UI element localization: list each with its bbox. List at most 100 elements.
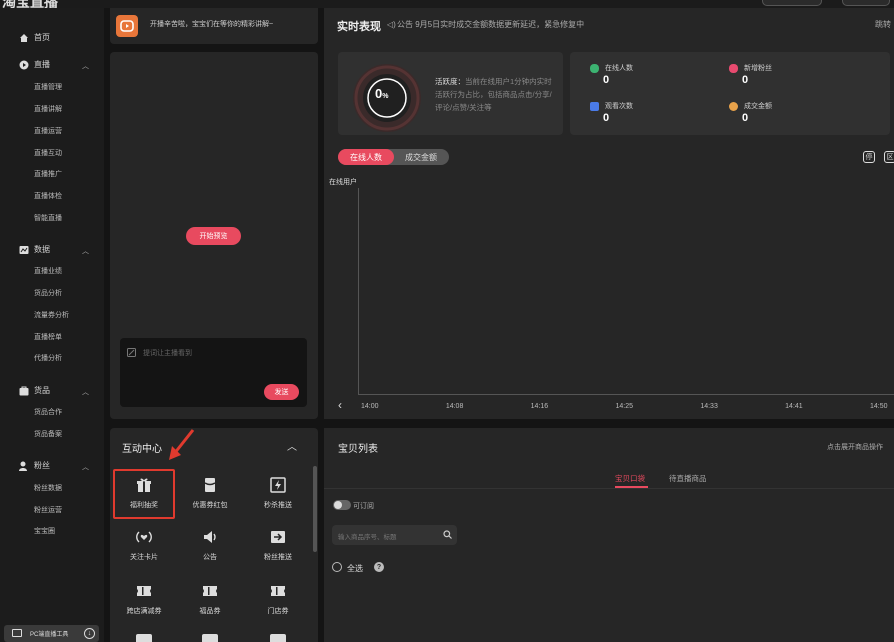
sidebar-item[interactable]: 智能直播: [34, 213, 62, 223]
tool-flash-sale[interactable]: 秒杀推送: [246, 470, 310, 518]
flash-icon: [269, 476, 287, 494]
product-list-hint[interactable]: 点击展开商品操作: [827, 442, 883, 452]
stat-views: 观看次数: [590, 101, 633, 111]
chart-x-tick: 14:25: [615, 403, 634, 410]
pause-icon[interactable]: 停: [863, 151, 875, 163]
tool-benefit-coupon[interactable]: 福品券: [178, 576, 242, 624]
info-icon[interactable]: ↓: [84, 628, 95, 639]
sidebar-group-data[interactable]: 数据: [19, 244, 50, 255]
activity-unit: %: [382, 93, 389, 100]
chart-x-tick: 14:50: [870, 403, 888, 410]
tab-pending-products[interactable]: 待直播商品: [669, 473, 707, 484]
stat-value: 0: [742, 74, 749, 86]
chevron-up-icon[interactable]: ︿: [82, 246, 89, 256]
stat-value: 0: [742, 112, 749, 124]
sidebar-item[interactable]: 货品合作: [34, 407, 62, 417]
sidebar-item[interactable]: 代播分析: [34, 353, 62, 363]
sidebar-item[interactable]: 宝宝圈: [34, 526, 55, 536]
sidebar-group-fans[interactable]: 粉丝: [19, 460, 50, 471]
sidebar-group-live[interactable]: 直播: [19, 59, 50, 70]
send-button[interactable]: 发送: [264, 384, 299, 400]
tool-announcement[interactable]: 公告: [178, 522, 242, 570]
top-bar: 淘宝直播: [0, 0, 894, 8]
search-icon[interactable]: [443, 530, 452, 541]
chart-x-tick: 14:00: [361, 403, 379, 410]
speaker-icon: [201, 528, 219, 546]
coin-icon: [729, 101, 738, 111]
sidebar-item[interactable]: 直播体检: [34, 191, 62, 201]
play-icon: [19, 60, 29, 70]
pc-tool-label: PC端直播工具: [30, 632, 69, 638]
help-icon[interactable]: ?: [374, 562, 384, 572]
chart-x-tick: 14:41: [785, 403, 803, 410]
stat-label: 新增粉丝: [744, 65, 772, 72]
chart-x-tick: 14:08: [445, 403, 464, 410]
sidebar-item[interactable]: 粉丝数据: [34, 483, 62, 493]
sidebar-item[interactable]: 直播榜单: [34, 332, 62, 342]
bag-icon: [19, 386, 29, 396]
push-icon: [269, 528, 287, 546]
region-icon[interactable]: 区: [884, 151, 894, 163]
sidebar-item[interactable]: 货品备案: [34, 429, 62, 439]
sidebar-item[interactable]: 直播管理: [34, 82, 62, 92]
sidebar-item[interactable]: 直播推广: [34, 169, 62, 179]
jump-link[interactable]: 跳转: [875, 19, 891, 30]
product-list-title: 宝贝列表: [338, 444, 378, 455]
sidebar-item[interactable]: 流量券分析: [34, 310, 69, 320]
tab-online-count[interactable]: 在线人数: [338, 149, 394, 165]
select-all-label[interactable]: 全选: [347, 563, 363, 574]
ticket-icon: [201, 582, 219, 600]
sidebar-item-home[interactable]: 首页: [19, 32, 50, 43]
tool-store-coupon[interactable]: 门店券: [246, 576, 310, 624]
tool-label: 粉丝推送: [264, 554, 292, 561]
pc-tool-button[interactable]: PC端直播工具 ↓: [4, 625, 99, 642]
tool-cross-store-coupon[interactable]: 跨店满减券: [112, 576, 176, 624]
sidebar-group-label: 粉丝: [34, 461, 50, 470]
sidebar-item[interactable]: 直播业绩: [34, 266, 62, 276]
tab-gmv[interactable]: 成交金额: [396, 149, 446, 165]
tool-label: 优惠券红包: [192, 502, 228, 509]
scrollbar[interactable]: [313, 466, 317, 552]
sidebar-item[interactable]: 货品分析: [34, 288, 62, 298]
chevron-up-icon[interactable]: ︿: [82, 387, 89, 397]
chart-x-tick: 14:16: [530, 403, 549, 410]
ticket-icon: [135, 582, 153, 600]
toggle-knob: [334, 501, 342, 509]
tool-coupon-red-packet[interactable]: 优惠券红包: [178, 470, 242, 518]
stat-label: 观看次数: [605, 103, 633, 110]
sidebar-item[interactable]: 直播互动: [34, 148, 62, 158]
chart-y-label: 在线用户: [329, 179, 357, 186]
select-all-radio[interactable]: [332, 562, 342, 572]
edit-icon: [127, 348, 136, 359]
arrow-annotation-icon: [169, 429, 195, 460]
stat-new-fans: 新增粉丝: [729, 63, 772, 73]
highlight-box: [113, 469, 175, 519]
stat-online: 在线人数: [590, 63, 633, 73]
speaker-icon: ◁): [387, 20, 396, 29]
search-placeholder: 输入商品序号、标题: [338, 534, 397, 541]
announcement[interactable]: 公告 9月5日实时成交金额数据更新延迟，紧急修复中: [397, 19, 584, 30]
chevron-up-icon[interactable]: ︿: [82, 61, 89, 71]
tab-product-pocket[interactable]: 宝贝口袋: [615, 473, 645, 484]
live-logo-icon: [116, 15, 138, 37]
sidebar-group-label: 直播: [34, 60, 50, 69]
realtime-title: 实时表现: [337, 21, 381, 33]
tool-fan-push[interactable]: 粉丝推送: [246, 522, 310, 570]
pause-icon-glyph: 停: [865, 154, 873, 161]
activity-description: 活跃度：当前在线用户1分钟内实时活跃行为占比，包括商品点击/分享/评论/点赞/关…: [435, 75, 557, 114]
home-icon: [19, 33, 29, 43]
chevron-up-icon[interactable]: ︿: [82, 462, 89, 472]
sidebar-item[interactable]: 粉丝运营: [34, 505, 62, 515]
chevron-left-icon[interactable]: ‹: [338, 398, 342, 412]
sidebar-item[interactable]: 直播讲解: [34, 104, 62, 114]
chevron-up-icon[interactable]: ︿: [287, 438, 297, 453]
stat-label: 成交金额: [744, 103, 772, 110]
top-pill-button[interactable]: [762, 0, 822, 6]
preview-message: 开播辛苦啦，宝宝们在等你的精彩讲解~: [150, 21, 274, 28]
activity-label: 活跃度：: [435, 77, 465, 86]
top-pill-button-2[interactable]: [842, 0, 890, 6]
start-preview-button[interactable]: 开始预览: [186, 227, 241, 245]
tool-follow-card[interactable]: 关注卡片: [112, 522, 176, 570]
sidebar-item[interactable]: 直播运营: [34, 126, 62, 136]
sidebar-group-goods[interactable]: 货品: [19, 385, 50, 396]
